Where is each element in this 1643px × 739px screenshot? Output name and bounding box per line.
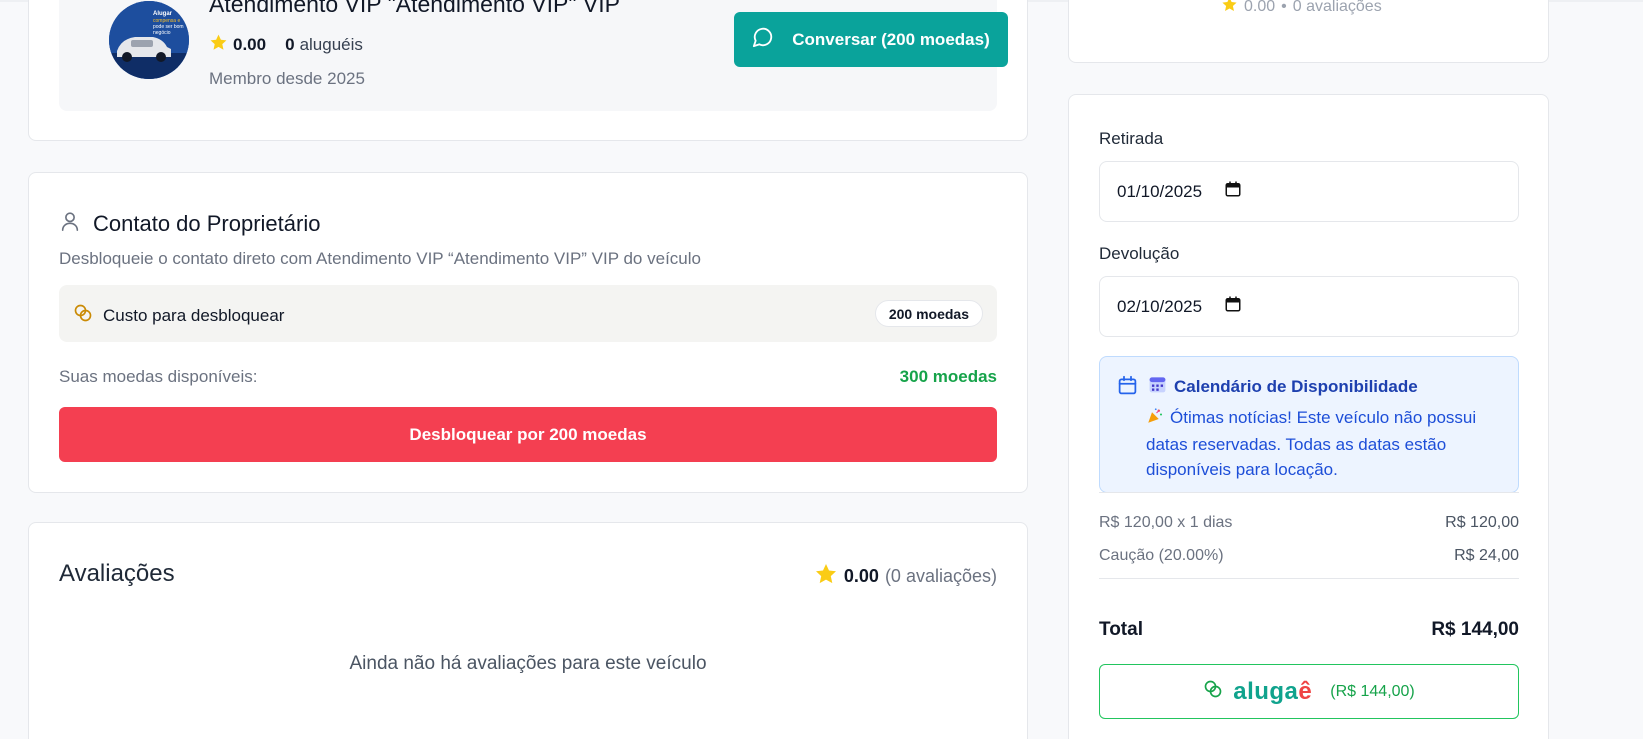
- host-rentals-count: 0: [285, 35, 295, 54]
- availability-box: Calendário de Disponibilidade Ótimas not…: [1099, 356, 1519, 493]
- pickup-date-input[interactable]: 01/10/2025: [1099, 161, 1519, 222]
- pickup-date-value: 01/10/2025: [1117, 181, 1203, 201]
- owner-contact-card: Contato do Proprietário Desbloqueie o co…: [28, 172, 1028, 493]
- avatar[interactable]: Alugar compensa e pode ser bom negócio: [109, 1, 189, 79]
- unlock-button[interactable]: Desbloquear por 200 moedas: [59, 407, 997, 462]
- alugae-logo: alugaê: [1233, 678, 1312, 706]
- deposit-value: R$ 24,00: [1454, 547, 1519, 564]
- pay-with-alugae-button[interactable]: alugaê (R$ 144,00): [1099, 664, 1519, 719]
- chat-button[interactable]: Conversar (200 moedas): [734, 12, 1008, 67]
- summary-rating: 0.00: [1244, 0, 1276, 15]
- availability-title: Calendário de Disponibilidade: [1174, 377, 1418, 396]
- contact-description: Desbloqueie o contato direto com Atendim…: [59, 249, 701, 268]
- pickup-label: Retirada: [1099, 129, 1164, 148]
- total-row: Total R$ 144,00: [1099, 619, 1519, 641]
- price-line-value: R$ 120,00: [1445, 514, 1519, 531]
- contact-title: Contato do Proprietário: [93, 210, 321, 236]
- availability-message: Ótimas notícias! Este veículo não possui…: [1146, 408, 1477, 479]
- return-date-value: 02/10/2025: [1117, 296, 1203, 316]
- chat-icon: [752, 26, 774, 53]
- calendar-emoji-icon: [1148, 375, 1167, 399]
- calendar-icon: [1117, 375, 1138, 401]
- summary-rating-row: 0.00 • 0 avaliações: [1221, 0, 1382, 18]
- host-card: Alugar compensa e pode ser bom negócio A…: [28, 0, 1028, 141]
- star-icon: [1221, 0, 1238, 18]
- alugae-logo-main: aluga: [1233, 677, 1299, 705]
- svg-text:Alugar: Alugar: [153, 11, 173, 17]
- booking-card: Retirada 01/10/2025 Devolução 02/10/2025…: [1068, 94, 1549, 739]
- total-value: R$ 144,00: [1431, 619, 1519, 640]
- cost-label: Custo para desbloquear: [103, 305, 285, 325]
- coins-icon: [1203, 679, 1223, 704]
- star-icon: [814, 562, 838, 591]
- total-label: Total: [1099, 619, 1143, 640]
- coins-available-label: Suas moedas disponíveis:: [59, 367, 258, 386]
- reviews-count: (0 avaliações): [884, 566, 997, 586]
- calendar-icon[interactable]: [1224, 180, 1242, 203]
- user-icon: [59, 209, 81, 238]
- host-info-panel: Alugar compensa e pode ser bom negócio A…: [59, 0, 1008, 111]
- unlock-cost-box: Custo para desbloquear 200 moedas: [59, 285, 997, 342]
- price-line-row: R$ 120,00 x 1 dias R$ 120,00: [1099, 514, 1519, 532]
- reviews-empty-text: Ainda não há avaliações para este veícul…: [349, 653, 707, 674]
- reviews-summary: 0.00 (0 avaliações): [814, 562, 997, 591]
- return-label: Devolução: [1099, 244, 1180, 263]
- availability-text: Ótimas notícias! Este veículo não possui…: [1146, 405, 1501, 482]
- host-rentals-label: aluguéis: [299, 35, 363, 54]
- cost-label-row: Custo para desbloquear: [73, 303, 284, 328]
- host-rating-row: 0.00 0 aluguéis: [209, 33, 363, 57]
- divider: [1099, 578, 1519, 579]
- reviews-rating: 0.00: [843, 566, 879, 586]
- alugae-logo-accent: ê: [1298, 677, 1313, 705]
- summary-count: 0 avaliações: [1292, 0, 1382, 15]
- svg-text:negócio: negócio: [153, 30, 171, 36]
- pay-amount: (R$ 144,00): [1330, 682, 1415, 700]
- coins-icon: [73, 303, 93, 328]
- calendar-icon[interactable]: [1224, 295, 1242, 318]
- deposit-label: Caução (20.00%): [1099, 547, 1224, 564]
- party-icon: [1146, 407, 1164, 432]
- vehicle-summary-card: 0.00 • 0 avaliações: [1068, 0, 1549, 63]
- return-date-input[interactable]: 02/10/2025: [1099, 276, 1519, 337]
- summary-separator: •: [1281, 0, 1287, 15]
- host-rating: 0.00: [233, 35, 267, 54]
- cost-badge: 200 moedas: [874, 300, 983, 327]
- availability-title-row: Calendário de Disponibilidade: [1148, 375, 1418, 399]
- divider: [1099, 492, 1519, 493]
- star-icon: [209, 33, 228, 57]
- member-since: Membro desde 2025: [209, 69, 365, 88]
- contact-title-row: Contato do Proprietário: [59, 209, 320, 238]
- coins-available-value: 300 moedas: [899, 367, 997, 386]
- reviews-card: Avaliações 0.00 (0 avaliações) Ainda não…: [28, 522, 1028, 739]
- deposit-row: Caução (20.00%) R$ 24,00: [1099, 547, 1519, 565]
- reviews-title: Avaliações: [59, 560, 175, 587]
- price-line-label: R$ 120,00 x 1 dias: [1099, 514, 1233, 531]
- chat-button-label: Conversar (200 moedas): [792, 29, 990, 49]
- host-name: Atendimento VIP "Atendimento VIP" VIP: [209, 0, 620, 17]
